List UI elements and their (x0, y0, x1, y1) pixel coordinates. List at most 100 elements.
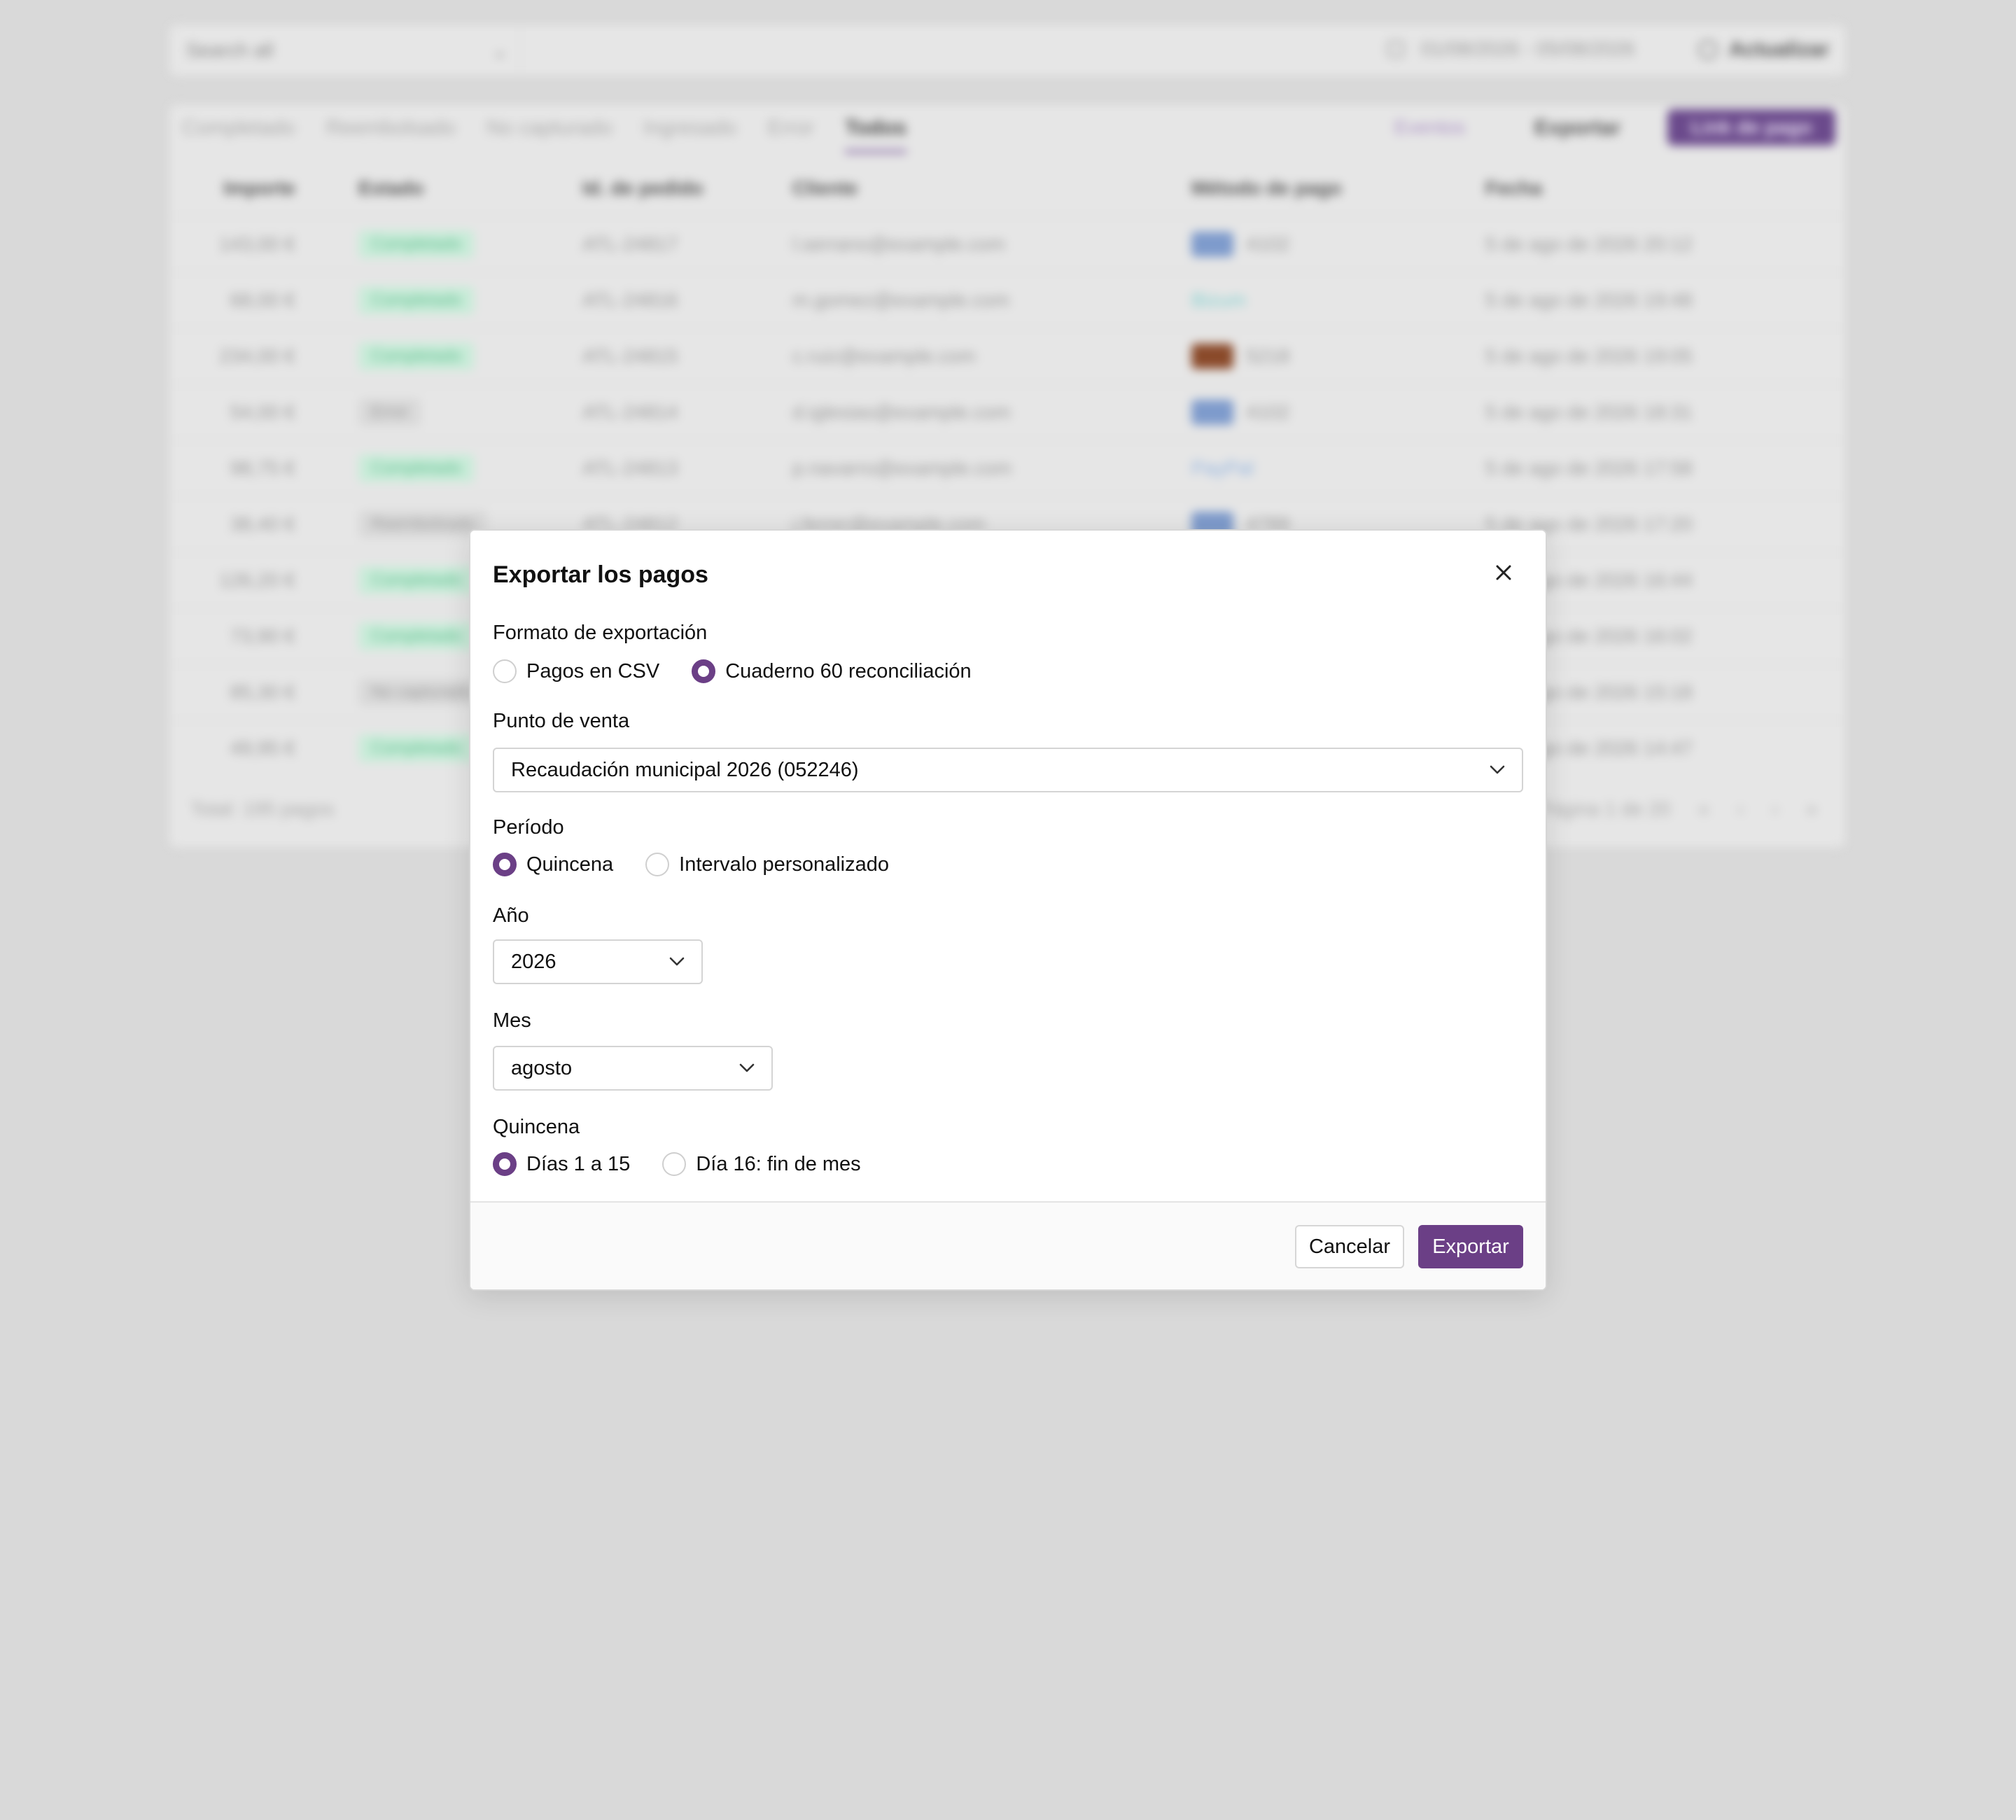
pos-select-value: Recaudación municipal 2026 (052246) (511, 758, 859, 781)
col-status[interactable]: Estado (323, 177, 582, 200)
format-radio-group: Pagos en CSV Cuaderno 60 reconciliación (493, 659, 1004, 683)
date-range-picker[interactable]: 01/08/2026 - 05/08/2026 (1387, 38, 1634, 60)
cell-client: p.navarro@example.com (792, 457, 1012, 479)
tab-all[interactable]: Todos (845, 116, 906, 153)
cell-method: 4102 (1156, 232, 1485, 257)
table-row[interactable]: 143,00 € Completado ATL-24817 l.serrano@exa… (169, 216, 1845, 272)
prev-page-icon[interactable]: ‹ (1737, 798, 1744, 820)
payment-link-button[interactable]: Link de pago (1667, 109, 1835, 146)
period-label: Período (493, 816, 564, 839)
radio-button[interactable] (645, 853, 670, 876)
events-button[interactable]: Eventos (1394, 116, 1465, 139)
chevron-down-icon: ⌄ (491, 40, 508, 62)
fortnight-option-second-half[interactable]: Día 16: fin de mes (662, 1152, 861, 1176)
year-select-value: 2026 (511, 950, 556, 973)
cell-client: l.serrano@example.com (792, 233, 1005, 255)
search-input[interactable]: Search all ⌄ (186, 39, 508, 62)
pos-label: Punto de venta (493, 710, 630, 732)
table-header: Importe Estado Id. de pedido Cliente Mét… (169, 161, 1845, 216)
payment-link-label: Link de pago (1690, 116, 1812, 138)
radio-button[interactable] (692, 659, 716, 683)
cancel-button[interactable]: Cancelar (1295, 1225, 1404, 1268)
cell-status: Completado (323, 454, 582, 482)
status-badge: No capturado (358, 678, 485, 706)
radio-button[interactable] (493, 1152, 517, 1176)
tab-entered[interactable]: Ingresado (643, 116, 736, 153)
cell-method: 4102 (1156, 400, 1485, 425)
table-row[interactable]: 68,00 € Completado ATL-24816 m.gomez@exampl… (169, 272, 1845, 328)
col-method[interactable]: Método de pago (1156, 177, 1485, 200)
status-badge: Completado (358, 454, 475, 482)
status-badge: Completado (358, 622, 475, 650)
export-submit-button[interactable]: Exportar (1418, 1225, 1523, 1268)
status-tabs: Completado Reembolsado No capturado Ingr… (182, 116, 906, 153)
cell-date: 5 de ago de 2026 19:05 (1485, 345, 1693, 367)
card-icon (1191, 232, 1233, 257)
table-row[interactable]: 98,75 € Completado ATL-24813 p.navarro@exam… (169, 440, 1845, 496)
fortnight-option-label: Días 1 a 15 (526, 1152, 631, 1175)
table-row[interactable]: 54,00 € Error ATL-24814 d.iglesias@example.… (169, 384, 1845, 440)
tab-not-captured[interactable]: No capturado (486, 116, 612, 153)
cell-amount: 73,90 € (230, 625, 295, 647)
cell-amount: 54,00 € (230, 401, 295, 423)
col-amount[interactable]: Importe (169, 177, 323, 200)
cell-date: 5 de ago de 2026 18:31 (1485, 401, 1693, 423)
cell-order-id: ATL-24814 (582, 401, 678, 423)
search-placeholder: Search all (186, 39, 274, 61)
cell-method: PayPal (1156, 457, 1485, 479)
cell-amount: 68,00 € (230, 289, 295, 311)
col-client[interactable]: Cliente (792, 177, 1156, 200)
card-icon (1191, 400, 1233, 425)
dialog-title: Exportar los pagos (493, 561, 708, 588)
method-text: 4102 (1246, 401, 1290, 423)
export-button[interactable]: Exportar (1534, 116, 1620, 140)
cell-amount: 126,20 € (219, 569, 295, 591)
date-range-text: 01/08/2026 - 05/08/2026 (1421, 38, 1635, 59)
fortnight-label: Quincena (493, 1116, 580, 1138)
update-button[interactable]: Actualizar (1698, 38, 1829, 62)
format-option-cuaderno60[interactable]: Cuaderno 60 reconciliación (692, 659, 972, 683)
chevron-down-icon (739, 1063, 755, 1072)
cell-order-id: ATL-24815 (582, 345, 678, 367)
col-date[interactable]: Fecha (1485, 177, 1845, 200)
period-option-fortnight[interactable]: Quincena (493, 853, 613, 876)
radio-button[interactable] (662, 1152, 687, 1176)
month-select[interactable]: agosto (493, 1046, 773, 1091)
radio-button[interactable] (493, 659, 517, 683)
status-badge: Completado (358, 230, 475, 258)
status-badge: Completado (358, 734, 475, 762)
format-option-csv[interactable]: Pagos en CSV (493, 659, 659, 683)
col-order[interactable]: Id. de pedido (582, 177, 792, 200)
status-badge: Completado (358, 342, 475, 370)
cell-status: Completado (323, 230, 582, 258)
cell-date: 5 de ago de 2026 20:12 (1485, 233, 1693, 255)
year-select[interactable]: 2026 (493, 939, 703, 984)
tab-completed[interactable]: Completado (182, 116, 295, 153)
year-label: Año (493, 904, 529, 927)
cell-amount: 38,40 € (230, 513, 295, 535)
status-badge: Completado (358, 286, 475, 314)
tab-error[interactable]: Error (767, 116, 814, 153)
close-button[interactable] (1490, 559, 1518, 587)
cell-order-id: ATL-24813 (582, 457, 678, 479)
pagination: Página 1 de 20 « ‹ › » (1539, 798, 1817, 820)
last-page-icon[interactable]: » (1806, 798, 1817, 820)
fortnight-option-first-half[interactable]: Días 1 a 15 (493, 1152, 630, 1176)
fortnight-option-label: Día 16: fin de mes (696, 1152, 861, 1175)
dialog-footer: Cancelar Exportar (470, 1201, 1546, 1289)
table-row[interactable]: 234,00 € Completado ATL-24815 c.ruiz@exampl… (169, 328, 1845, 384)
cell-amount: 98,75 € (230, 457, 295, 479)
period-option-label: Quincena (526, 853, 614, 876)
cell-method: 5218 (1156, 344, 1485, 369)
next-page-icon[interactable]: › (1772, 798, 1778, 820)
pager-text: Página 1 de 20 (1538, 798, 1671, 820)
first-page-icon[interactable]: « (1698, 798, 1709, 820)
update-label: Actualizar (1729, 38, 1830, 61)
mastercard-icon (1191, 344, 1233, 369)
radio-button[interactable] (493, 853, 517, 876)
method-text: 5218 (1246, 345, 1290, 367)
cell-status: Completado (323, 286, 582, 314)
pos-select[interactable]: Recaudación municipal 2026 (052246) (493, 748, 1523, 792)
period-option-custom-range[interactable]: Intervalo personalizado (645, 853, 889, 876)
tab-refunded[interactable]: Reembolsado (326, 116, 456, 153)
